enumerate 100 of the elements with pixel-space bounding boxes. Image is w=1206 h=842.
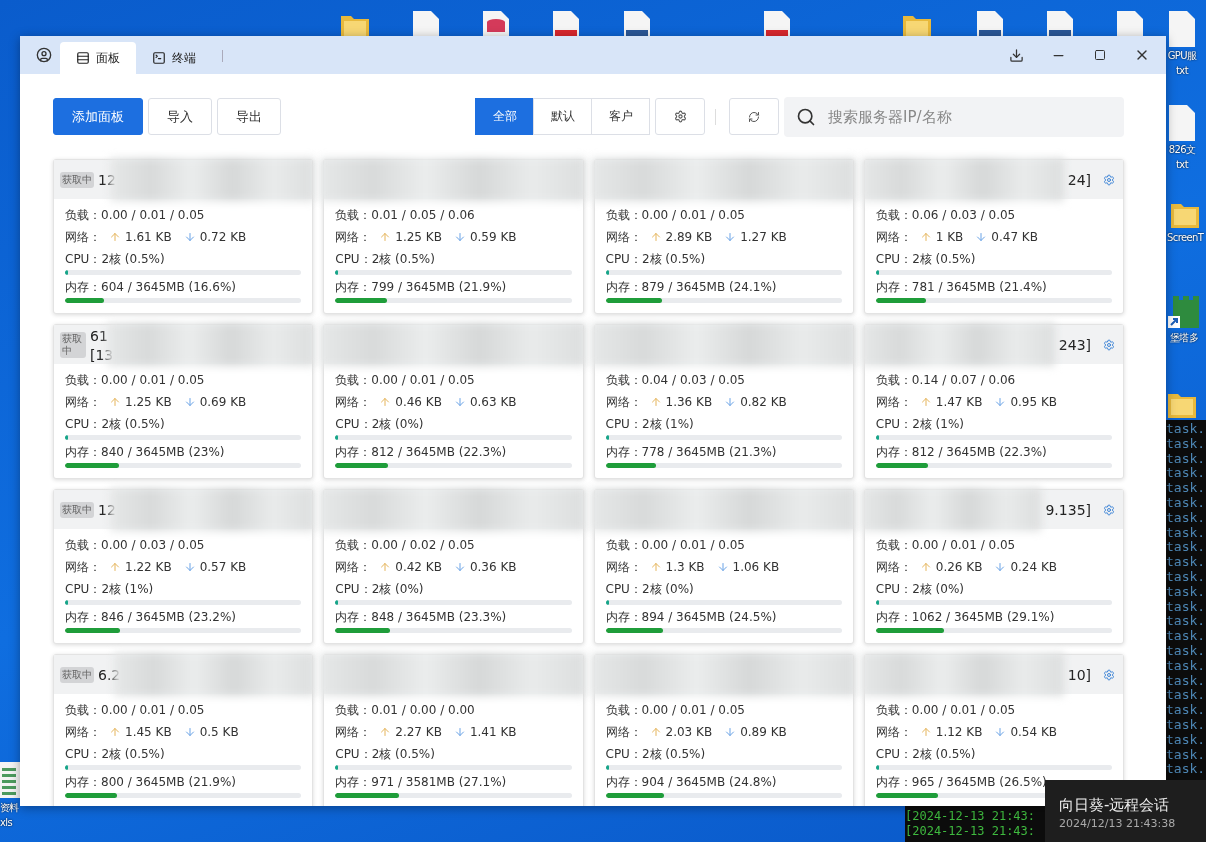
network-label: 网络： xyxy=(335,723,372,741)
server-card[interactable]: 负载：0.00 / 0.02 / 0.05 网络： 0.42 KB 0.36 KB CPU：2核 (0%) 内存：848 / 3645MB (23.3%) xyxy=(323,489,584,644)
upload-speed: 2.03 KB xyxy=(665,725,713,739)
download-speed: 0.82 KB xyxy=(740,395,787,409)
memory-text: 内存：904 / 3645MB (24.8%) xyxy=(605,773,778,791)
terminal-line: task. xyxy=(1166,614,1206,630)
upload-icon xyxy=(919,396,932,408)
filter-tab[interactable]: 客户 xyxy=(591,98,650,135)
settings-button[interactable] xyxy=(655,98,705,135)
list-icon xyxy=(76,51,90,65)
cpu-text: CPU：2核 (0.5%) xyxy=(65,745,166,763)
terminal-line: task. xyxy=(1166,466,1206,482)
terminal-line: task. xyxy=(1166,540,1206,556)
settings-icon[interactable] xyxy=(1103,173,1115,186)
search-bar[interactable]: 搜索服务器IP/名称 xyxy=(784,96,1124,137)
filter-tab[interactable]: 默认 xyxy=(533,98,592,135)
memory-text: 内存：971 / 3581MB (27.1%) xyxy=(335,773,508,791)
network-label: 网络： xyxy=(605,558,642,576)
server-card[interactable]: 获取中 61 [13 负载：0.00 / 0.01 / 0.05 网络： 1.25 KB 0.69 KB CPU：2核 (0.5%) 内存：840 / 3645MB (23%) xyxy=(53,324,314,479)
server-card[interactable]: 243] 负载：0.14 / 0.07 / 0.06 网络： 1.47 KB 0.95 KB CPU：2核 (1%) 内存：812 / 3645MB (22.3%) xyxy=(863,324,1124,479)
action-button[interactable]: 导入 xyxy=(148,98,212,135)
settings-icon[interactable] xyxy=(1103,668,1115,681)
download-speed: 1.41 KB xyxy=(469,725,517,739)
server-card[interactable]: 24] 负载：0.06 / 0.03 / 0.05 网络： 1 KB 0.47 KB CPU：2核 (0.5%) 内存：781 / 3645MB (21.4%) xyxy=(863,159,1124,314)
file-icon[interactable] xyxy=(1167,10,1197,48)
download-speed: 0.24 KB xyxy=(1010,560,1058,574)
terminal-line: task. xyxy=(1166,525,1206,541)
network-label: 网络： xyxy=(65,723,101,741)
server-card[interactable]: 负载：0.00 / 0.01 / 0.05 网络： 2.89 KB 1.27 KB CPU：2核 (0.5%) 内存：879 / 3645MB (24.1%) xyxy=(593,159,854,314)
download-speed: 0.54 KB xyxy=(1010,725,1058,739)
server-card[interactable]: 9.135] 负载：0.00 / 0.01 / 0.05 网络： 0.26 KB 0.24 KB CPU：2核 (0%) 内存：1062 / 3645MB (29.1%) xyxy=(863,489,1124,644)
terminal-line: task. xyxy=(1166,643,1206,659)
server-card[interactable]: 负载：0.00 / 0.01 / 0.05 网络： 0.46 KB 0.63 KB CPU：2核 (0%) 内存：812 / 3645MB (22.3%) xyxy=(323,324,584,479)
upload-icon xyxy=(109,231,121,243)
network-label: 网络： xyxy=(605,723,642,741)
load-text: 负载：0.00 / 0.01 / 0.05 xyxy=(605,536,746,554)
server-card[interactable]: 负载：0.04 / 0.03 / 0.05 网络： 1.36 KB 0.82 KB CPU：2核 (1%) 内存：778 / 3645MB (21.3%) xyxy=(593,324,854,479)
network-label: 网络： xyxy=(875,723,912,741)
database-file-icon[interactable] xyxy=(481,10,511,36)
action-button[interactable]: 添加面板 xyxy=(53,98,143,135)
download-speed: 0.47 KB xyxy=(991,230,1038,244)
notification-toast[interactable]: 向日葵-远程会话 2024/12/13 21:43:38 xyxy=(1045,780,1206,842)
upload-speed: 1.12 KB xyxy=(935,725,983,739)
upload-speed: 0.46 KB xyxy=(395,395,442,409)
download-speed: 0.95 KB xyxy=(1010,395,1058,409)
download-speed: 1.27 KB xyxy=(740,230,787,244)
word-file-icon[interactable] xyxy=(975,10,1005,36)
status-tag: 获取中 xyxy=(60,171,94,188)
memory-text: 内存：965 / 3645MB (26.5%) xyxy=(875,773,1048,791)
server-name: 61 xyxy=(90,327,108,344)
toast-time: 2024/12/13 21:43:38 xyxy=(1059,817,1177,830)
pdf-file-icon[interactable] xyxy=(551,10,581,36)
server-card[interactable]: 负载：0.00 / 0.01 / 0.05 网络： 1.3 KB 1.06 KB CPU：2核 (0%) 内存：894 / 3645MB (24.5%) xyxy=(593,489,854,644)
upload-icon xyxy=(919,231,932,243)
memory-text: 内存：879 / 3645MB (24.1%) xyxy=(605,278,778,296)
terminal-line: task. xyxy=(1166,732,1206,748)
tab[interactable]: 终端 xyxy=(136,42,212,74)
download-speed: 0.72 KB xyxy=(199,230,247,244)
action-button[interactable]: 导出 xyxy=(217,98,281,135)
spreadsheet-icon[interactable] xyxy=(0,760,20,800)
cpu-text: CPU：2核 (0.5%) xyxy=(605,745,707,763)
pdf-file-icon[interactable] xyxy=(762,10,792,36)
network-label: 网络： xyxy=(335,393,372,411)
server-card[interactable]: 获取中 6.2 负载：0.00 / 0.01 / 0.05 网络： 1.45 KB 0.5 KB CPU：2核 (0.5%) 内存：800 / 3645MB (21.9%) xyxy=(53,654,314,806)
settings-icon[interactable] xyxy=(1103,503,1115,516)
download-icon xyxy=(994,396,1007,408)
search-field[interactable]: 搜索服务器IP/名称 xyxy=(826,106,1124,127)
network-label: 网络： xyxy=(335,228,372,246)
load-text: 负载：0.00 / 0.01 / 0.05 xyxy=(605,701,746,719)
terminal-line: task. xyxy=(1166,703,1206,718)
network-label: 网络： xyxy=(605,228,642,246)
network-label: 网络： xyxy=(65,393,101,411)
icon-label: GPU服 xyxy=(1167,49,1197,63)
search-icon xyxy=(796,106,816,127)
memory-text: 内存：781 / 3645MB (21.4%) xyxy=(875,278,1048,296)
server-name: 10] xyxy=(1067,666,1091,683)
server-card[interactable]: 获取中 12 负载：0.00 / 0.03 / 0.05 网络： 1.22 KB 0.57 KB CPU：2核 (1%) 内存：846 / 3645MB (23.2%) xyxy=(53,489,314,644)
refresh-icon xyxy=(748,110,760,123)
upload-icon xyxy=(109,561,121,573)
word-file-icon[interactable] xyxy=(1045,10,1075,36)
server-card[interactable]: 获取中 12 负载：0.00 / 0.01 / 0.05 网络： 1.61 KB 0.72 KB CPU：2核 (0.5%) 内存：604 / 3645MB (16.6%) xyxy=(53,159,314,314)
memory-text: 内存：812 / 3645MB (22.3%) xyxy=(875,443,1048,461)
server-card[interactable]: 负载：0.01 / 0.05 / 0.06 网络： 1.25 KB 0.59 KB CPU：2核 (0.5%) 内存：799 / 3645MB (21.9%) xyxy=(323,159,584,314)
upload-icon xyxy=(649,561,662,573)
settings-icon[interactable] xyxy=(1103,338,1115,351)
upload-speed: 1 KB xyxy=(935,230,964,244)
log-line: [2024-12-13 21:43: xyxy=(905,824,1037,839)
memory-text: 内存：604 / 3645MB (16.6%) xyxy=(65,278,237,296)
upload-speed: 1.3 KB xyxy=(665,560,705,574)
terminal-line: task. xyxy=(1166,451,1206,467)
server-card[interactable]: 负载：0.00 / 0.01 / 0.05 网络： 2.03 KB 0.89 KB CPU：2核 (0.5%) 内存：904 / 3645MB (24.8%) xyxy=(593,654,854,806)
tab[interactable]: 面板 xyxy=(60,42,136,74)
memory-text: 内存：812 / 3645MB (22.3%) xyxy=(335,443,508,461)
terminal-line: task. xyxy=(1166,481,1206,496)
filter-tab[interactable]: 全部 xyxy=(475,98,534,135)
terminal-line: task. xyxy=(1166,673,1206,689)
word-file-icon[interactable] xyxy=(622,10,652,36)
download-icon xyxy=(453,561,466,573)
server-card[interactable]: 负载：0.01 / 0.00 / 0.00 网络： 2.27 KB 1.41 KB CPU：2核 (0.5%) 内存：971 / 3581MB (27.1%) xyxy=(323,654,584,806)
network-label: 网络： xyxy=(65,558,101,576)
